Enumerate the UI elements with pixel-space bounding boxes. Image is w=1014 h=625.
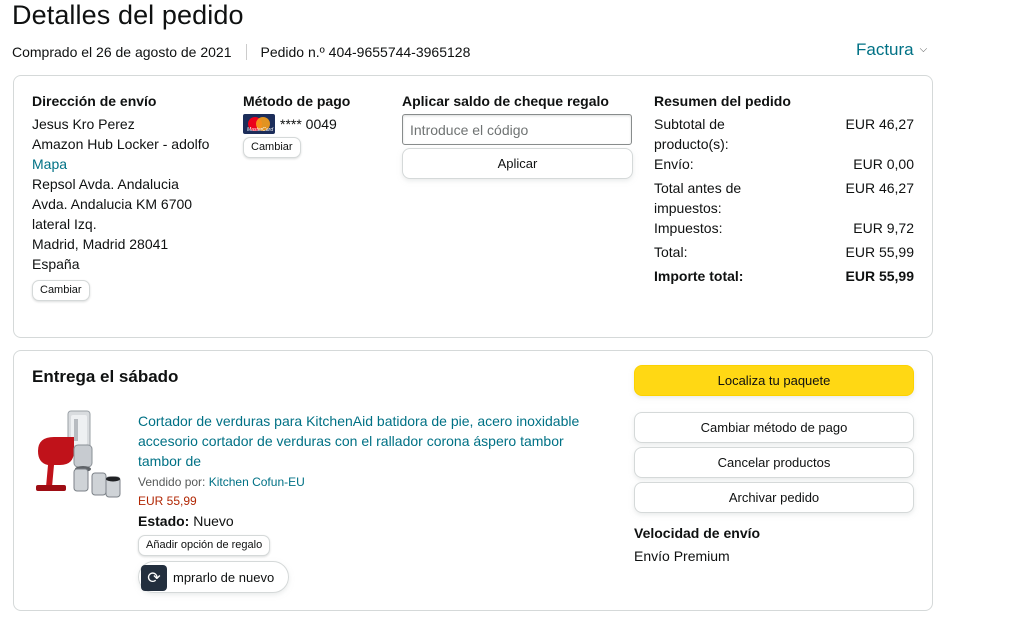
page-title: Detalles del pedido	[12, 0, 244, 30]
shipment-card: Entrega el sábado Cortador de verduras p…	[13, 350, 933, 611]
product-price: EUR 55,99	[138, 494, 197, 508]
shipping-country: España	[32, 256, 80, 272]
payment-card-row: MasterCard **** 0049	[243, 114, 383, 134]
cancel-items-button[interactable]: Cancelar productos	[634, 447, 914, 478]
shipping-name: Jesus Kro Perez	[32, 116, 135, 132]
summary-row: Envío: EUR 0,00	[654, 156, 914, 172]
order-info-card: Dirección de envío Jesus Kro Perez Amazo…	[13, 75, 933, 338]
shipping-line5: Madrid, Madrid 28041	[32, 236, 169, 252]
order-meta: Comprado el 26 de agosto de 2021 Pedido …	[12, 44, 470, 60]
payment-heading: Método de pago	[243, 93, 351, 109]
chevron-down-icon: ⌵	[919, 43, 928, 55]
seller-line: Vendido por: Kitchen Cofun-EU	[138, 475, 305, 489]
gift-card-section: Aplicar saldo de cheque regalo Introduce…	[402, 92, 642, 179]
map-link[interactable]: Mapa	[32, 154, 232, 174]
apply-gift-button[interactable]: Aplicar	[402, 148, 633, 179]
grand-total-row: Importe total: EUR 55,99	[654, 268, 914, 284]
summary-row: Total antes de impuestos: EUR 46,27	[654, 180, 914, 216]
shipping-line4: lateral Izq.	[32, 216, 97, 232]
shipping-speed-title: Velocidad de envío	[634, 525, 761, 541]
order-actions: Localiza tu paquete Cambiar método de pa…	[634, 365, 914, 566]
change-payment-method-button[interactable]: Cambiar método de pago	[634, 412, 914, 443]
summary-heading: Resumen del pedido	[654, 93, 791, 109]
shipping-address-section: Dirección de envío Jesus Kro Perez Amazo…	[32, 92, 232, 301]
add-gift-option-button[interactable]: Añadir opción de regalo	[138, 535, 271, 556]
product-image[interactable]	[34, 407, 124, 499]
buy-again-icon: ⟳	[141, 565, 167, 591]
gift-code-input[interactable]: Introduce el código	[402, 114, 632, 145]
change-address-button[interactable]: Cambiar	[32, 280, 90, 301]
mastercard-icon: MasterCard	[243, 114, 275, 134]
summary-row: Impuestos: EUR 9,72	[654, 220, 914, 236]
product-title-link[interactable]: Cortador de verduras para KitchenAid bat…	[138, 411, 598, 471]
gift-heading: Aplicar saldo de cheque regalo	[402, 93, 609, 109]
archive-order-button[interactable]: Archivar pedido	[634, 482, 914, 513]
track-package-button[interactable]: Localiza tu paquete	[634, 365, 914, 396]
seller-link[interactable]: Kitchen Cofun-EU	[209, 475, 305, 489]
summary-row: Total: EUR 55,99	[654, 244, 914, 260]
shipping-line2: Repsol Avda. Andalucia	[32, 176, 179, 192]
invoice-label: Factura	[856, 40, 914, 59]
delivery-title: Entrega el sábado	[32, 367, 179, 386]
meta-divider	[245, 44, 247, 60]
product-info: Cortador de verduras para KitchenAid bat…	[138, 411, 598, 556]
shipping-line3: Avda. Andalucia KM 6700	[32, 196, 193, 212]
card-number: **** 0049	[280, 116, 337, 132]
summary-row: Subtotal de producto(s): EUR 46,27	[654, 116, 914, 152]
order-summary-section: Resumen del pedido Subtotal de producto(…	[654, 92, 916, 286]
buy-again-button[interactable]: ⟳ mprarlo de nuevo	[138, 561, 289, 593]
product-status: Estado: Nuevo	[138, 513, 234, 529]
change-payment-button[interactable]: Cambiar	[243, 137, 301, 158]
invoice-dropdown[interactable]: Factura ⌵	[856, 40, 927, 60]
purchase-date: Comprado el 26 de agosto de 2021	[12, 44, 232, 60]
shipping-speed-value: Envío Premium	[634, 548, 730, 564]
shipping-heading: Dirección de envío	[32, 93, 157, 109]
shipping-line1: Amazon Hub Locker - adolfo	[32, 136, 210, 152]
payment-method-section: Método de pago MasterCard **** 0049 Camb…	[243, 92, 383, 158]
order-number: Pedido n.º 404-9655744-3965128	[260, 44, 471, 60]
